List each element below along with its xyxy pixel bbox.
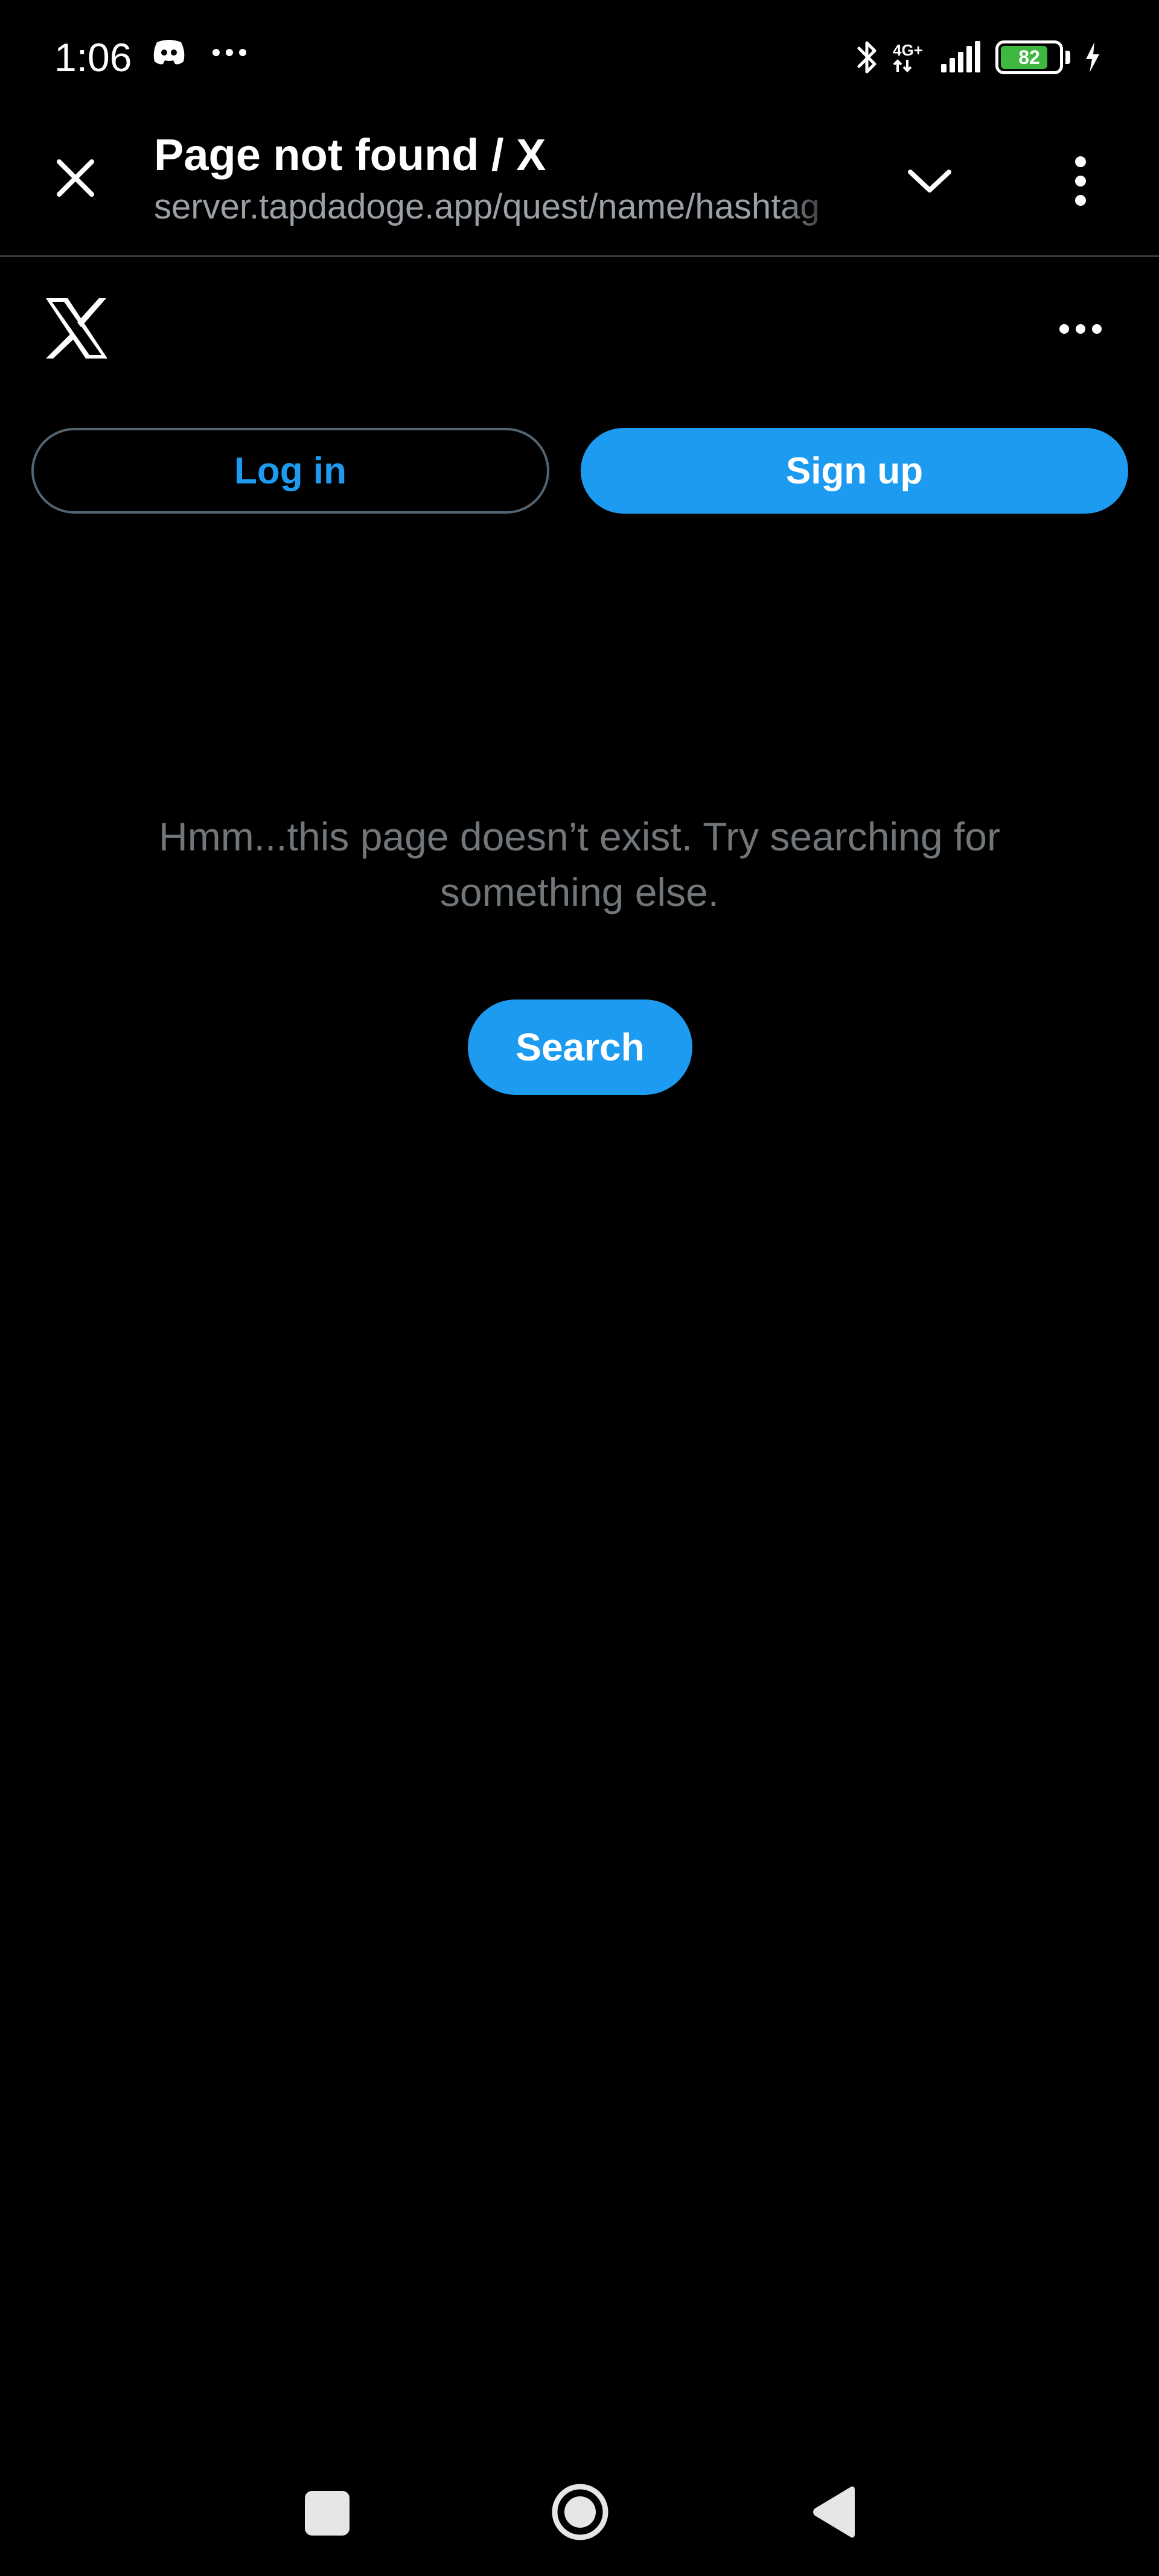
- signal-icon: [941, 41, 980, 72]
- status-system-icons: 4G+ 82: [855, 33, 1102, 81]
- battery-level: 82: [1018, 46, 1040, 68]
- battery-cap: [1065, 51, 1070, 64]
- recents-button[interactable]: [305, 2491, 350, 2536]
- page-title: Page not found / X: [154, 130, 546, 180]
- status-bar: 1:06 4G+ 82: [0, 0, 1159, 115]
- browser-toolbar: Page not found / X server.tapdadoge.app/…: [0, 115, 1159, 257]
- charging-icon: [1086, 42, 1099, 72]
- data-arrows-icon: [893, 59, 912, 72]
- x-logo-icon[interactable]: [43, 297, 110, 360]
- expand-button[interactable]: [899, 151, 960, 211]
- battery-icon: 82: [995, 40, 1063, 74]
- not-found-message: Hmm...this page doesn’t exist. Try searc…: [159, 814, 1000, 914]
- page-url[interactable]: server.tapdadoge.app/quest/name/hashtag: [154, 186, 848, 228]
- signup-button[interactable]: Sign up: [581, 428, 1128, 514]
- browser-menu-button[interactable]: [1050, 151, 1111, 211]
- status-time: 1:06: [54, 35, 132, 80]
- status-notification-icons: [151, 37, 247, 68]
- home-icon: [552, 2484, 608, 2540]
- back-triangle-icon: [813, 2486, 855, 2538]
- more-dots-icon: [1059, 324, 1102, 334]
- home-button[interactable]: [551, 2482, 610, 2542]
- bluetooth-icon: [857, 41, 876, 74]
- login-button[interactable]: Log in: [31, 428, 549, 514]
- discord-icon: [153, 40, 185, 65]
- network-type: 4G+: [893, 41, 923, 59]
- search-button[interactable]: Search: [468, 999, 692, 1095]
- network-indicator: 4G+: [893, 42, 927, 73]
- vertical-dots-icon: [1075, 156, 1086, 206]
- chevron-down-icon: [908, 170, 951, 193]
- close-button[interactable]: [48, 151, 103, 205]
- more-dots-icon: [212, 49, 246, 56]
- back-button[interactable]: [809, 2483, 857, 2541]
- system-nav-bar: [0, 2450, 1159, 2576]
- close-icon: [57, 159, 94, 197]
- more-options-button[interactable]: [1050, 302, 1111, 356]
- screen: 1:06 4G+ 82 Page not found / X server.ta…: [0, 0, 1159, 2576]
